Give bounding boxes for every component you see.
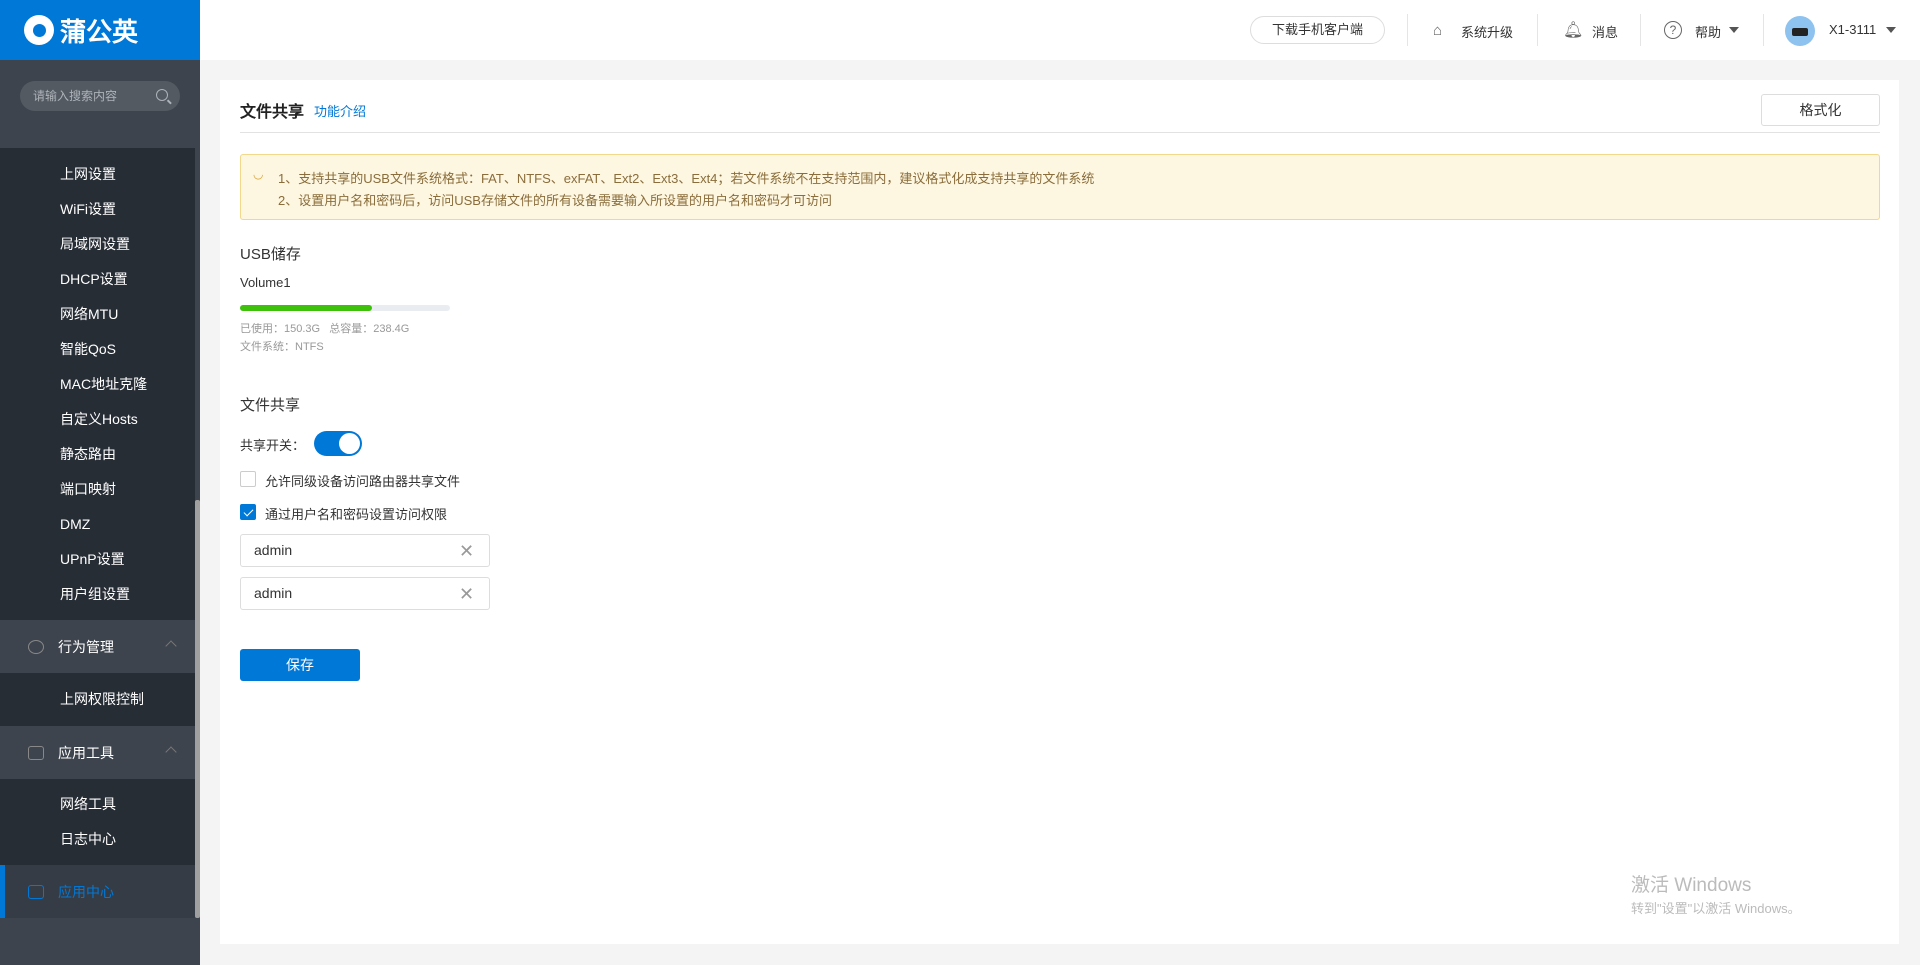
save-button[interactable]: 保存 <box>240 649 360 681</box>
group-label: 应用工具 <box>58 744 114 761</box>
fs-label: 文件系统： <box>240 341 295 353</box>
sidebar-item[interactable]: DMZ <box>60 514 90 534</box>
smile-icon: ◡ <box>253 167 264 181</box>
rocket-icon: ⌂ <box>1433 22 1443 39</box>
network-submenu: 上网设置 WiFi设置 局域网设置 DHCP设置 网络MTU 智能QoS MAC… <box>0 148 195 620</box>
usage-fill <box>240 305 373 311</box>
device-menu[interactable]: X1-3111 <box>1829 22 1876 37</box>
upgrade-link[interactable]: 系统升级 <box>1461 22 1513 41</box>
sidebar-item[interactable]: 上网权限控制 <box>60 689 144 709</box>
cube-icon <box>28 884 44 899</box>
password-field[interactable]: admin ✕ <box>240 577 490 610</box>
top-header <box>200 0 1920 60</box>
watermark-subtitle: 转到"设置"以激活 Windows。 <box>1631 901 1801 916</box>
help-icon: ? <box>1664 21 1682 39</box>
sidebar-item[interactable]: 静态路由 <box>60 444 116 464</box>
sidebar-item[interactable]: UPnP设置 <box>60 549 125 569</box>
sidebar-item-app-center[interactable]: 应用中心 <box>0 865 195 918</box>
sidebar-item[interactable]: 智能QoS <box>60 339 116 359</box>
device-avatar[interactable] <box>1785 16 1815 46</box>
intro-link[interactable]: 功能介绍 <box>314 101 366 120</box>
sidebar-group-behavior[interactable]: 行为管理 <box>0 620 195 673</box>
auth-checkbox[interactable] <box>240 504 256 520</box>
sidebar-item[interactable]: 网络工具 <box>60 794 116 814</box>
divider <box>1763 14 1764 46</box>
divider <box>240 132 1880 133</box>
username-field[interactable]: admin ✕ <box>240 534 490 567</box>
notice-alert: ◡ 1、支持共享的USB文件系统格式：FAT、NTFS、exFAT、Ext2、E… <box>240 154 1880 220</box>
password-value: admin <box>254 585 293 601</box>
volume-name: Volume1 <box>240 275 291 290</box>
behavior-submenu: 上网权限控制 <box>0 673 195 726</box>
sidebar-item[interactable]: 自定义Hosts <box>60 409 138 429</box>
group-label: 行为管理 <box>58 638 114 655</box>
search-placeholder: 请输入搜索内容 <box>33 89 118 103</box>
chevron-up-icon <box>165 746 177 758</box>
used-label: 已使用： <box>240 323 284 335</box>
sidebar-scrollbar[interactable] <box>195 500 200 918</box>
bell-icon: 🔔︎ <box>1563 22 1584 39</box>
fs-value: NTFS <box>295 341 324 353</box>
fs-text: 文件系统：NTFS <box>240 338 324 354</box>
download-app-button[interactable]: 下载手机客户端 <box>1250 16 1385 44</box>
clear-icon[interactable]: ✕ <box>459 585 474 603</box>
divider <box>1640 14 1641 46</box>
share-toggle[interactable] <box>314 431 362 456</box>
sidebar-item[interactable]: 局域网设置 <box>60 234 130 254</box>
behavior-icon <box>28 639 44 654</box>
logo-icon <box>24 15 54 45</box>
used-value: 150.3G <box>284 323 321 335</box>
toolbox-icon <box>28 745 44 760</box>
caret-down-icon <box>1729 27 1739 33</box>
usb-heading: USB储存 <box>240 246 301 263</box>
toggle-knob <box>339 433 360 454</box>
sidebar-item[interactable]: WiFi设置 <box>60 199 116 219</box>
usage-text: 已使用：150.3G 总容量：238.4G <box>240 320 409 336</box>
sidebar-item[interactable]: 端口映射 <box>60 479 116 499</box>
switch-label: 共享开关： <box>240 438 306 453</box>
divider <box>1537 14 1538 46</box>
brand-logo[interactable]: 蒲公英 <box>0 0 200 60</box>
messages-link[interactable]: 消息 <box>1592 22 1618 41</box>
active-label: 应用中心 <box>58 883 114 900</box>
sidebar-item[interactable]: DHCP设置 <box>60 269 128 289</box>
notice-line: 1、支持共享的USB文件系统格式：FAT、NTFS、exFAT、Ext2、Ext… <box>278 171 1095 186</box>
tools-submenu: 网络工具 日志中心 <box>0 779 195 865</box>
sidebar-item[interactable]: 网络MTU <box>60 304 118 324</box>
divider <box>1407 14 1408 46</box>
sidebar-group-tools[interactable]: 应用工具 <box>0 726 195 779</box>
active-indicator <box>0 865 5 918</box>
auth-label[interactable]: 通过用户名和密码设置访问权限 <box>265 504 447 523</box>
allow-peer-checkbox[interactable] <box>240 471 256 487</box>
help-menu[interactable]: 帮助 <box>1695 22 1721 41</box>
share-heading: 文件共享 <box>240 397 301 414</box>
format-button[interactable]: 格式化 <box>1761 94 1880 126</box>
watermark-title: 激活 Windows <box>1631 875 1752 896</box>
brand-name: 蒲公英 <box>60 16 139 47</box>
total-value: 238.4G <box>373 323 410 335</box>
total-label: 总容量： <box>329 323 374 335</box>
sidebar-search-input[interactable]: 请输入搜索内容 <box>20 81 180 111</box>
notice-line: 2、设置用户名和密码后，访问USB存储文件的所有设备需要输入所设置的用户名和密码… <box>278 193 832 208</box>
page-title: 文件共享 <box>240 104 305 121</box>
caret-down-icon <box>1886 27 1896 33</box>
usage-bar <box>240 305 450 311</box>
chevron-up-icon <box>165 640 177 652</box>
sidebar-item[interactable]: MAC地址克隆 <box>60 374 147 394</box>
username-value: admin <box>254 542 293 558</box>
allow-peer-label[interactable]: 允许同级设备访问路由器共享文件 <box>265 471 460 490</box>
sidebar-item[interactable]: 上网设置 <box>60 164 116 184</box>
search-icon[interactable] <box>156 89 168 101</box>
clear-icon[interactable]: ✕ <box>459 542 474 560</box>
sidebar-item[interactable]: 用户组设置 <box>60 584 130 604</box>
sidebar-item[interactable]: 日志中心 <box>60 829 116 849</box>
